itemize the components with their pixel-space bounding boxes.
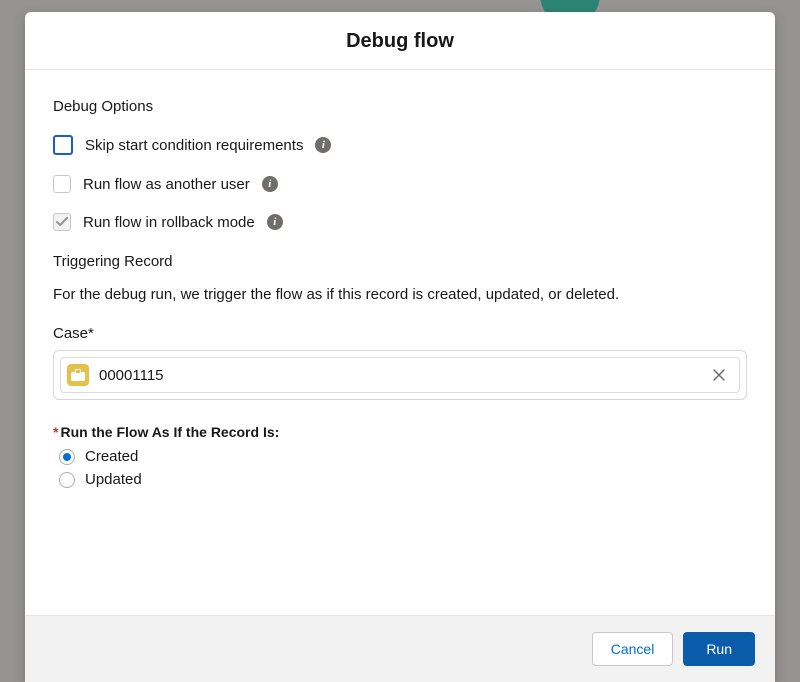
checkbox-run-as-user-label: Run flow as another user: [83, 176, 250, 193]
case-field-label: Case*: [53, 325, 747, 342]
debug-flow-modal: Debug flow Debug Options Skip start cond…: [25, 12, 775, 682]
option-run-as-user[interactable]: Run flow as another user i: [53, 175, 747, 193]
run-mode-label-text: Run the Flow As If the Record Is:: [60, 424, 279, 440]
info-icon[interactable]: i: [315, 137, 331, 153]
case-lookup[interactable]: 00001115: [53, 350, 747, 400]
checkbox-skip-start-label: Skip start condition requirements: [85, 137, 303, 154]
case-pill: 00001115: [60, 357, 740, 393]
checkbox-rollback-label: Run flow in rollback mode: [83, 214, 255, 231]
run-button[interactable]: Run: [683, 632, 755, 666]
option-skip-start[interactable]: Skip start condition requirements i: [53, 135, 747, 155]
checkbox-rollback: [53, 213, 71, 231]
info-icon[interactable]: i: [262, 176, 278, 192]
checkbox-run-as-user[interactable]: [53, 175, 71, 193]
option-rollback: Run flow in rollback mode i: [53, 213, 747, 231]
debug-options-title: Debug Options: [53, 98, 747, 115]
close-icon[interactable]: [709, 365, 729, 385]
radio-updated-row[interactable]: Updated: [53, 471, 747, 488]
run-mode-label: *Run the Flow As If the Record Is:: [53, 424, 747, 440]
info-icon[interactable]: i: [267, 214, 283, 230]
cancel-button[interactable]: Cancel: [592, 632, 674, 666]
radio-created[interactable]: [59, 449, 75, 465]
checkbox-skip-start[interactable]: [53, 135, 73, 155]
required-asterisk: *: [53, 424, 58, 440]
radio-created-row[interactable]: Created: [53, 448, 747, 465]
modal-footer: Cancel Run: [25, 615, 775, 682]
modal-title: Debug flow: [25, 30, 775, 53]
triggering-record-description: For the debug run, we trigger the flow a…: [53, 286, 747, 303]
radio-updated[interactable]: [59, 472, 75, 488]
case-value: 00001115: [99, 367, 699, 384]
modal-body: Debug Options Skip start condition requi…: [25, 70, 775, 615]
triggering-record-title: Triggering Record: [53, 253, 747, 270]
case-icon: [67, 364, 89, 386]
radio-updated-label: Updated: [85, 471, 142, 488]
modal-header: Debug flow: [25, 12, 775, 70]
radio-created-label: Created: [85, 448, 138, 465]
